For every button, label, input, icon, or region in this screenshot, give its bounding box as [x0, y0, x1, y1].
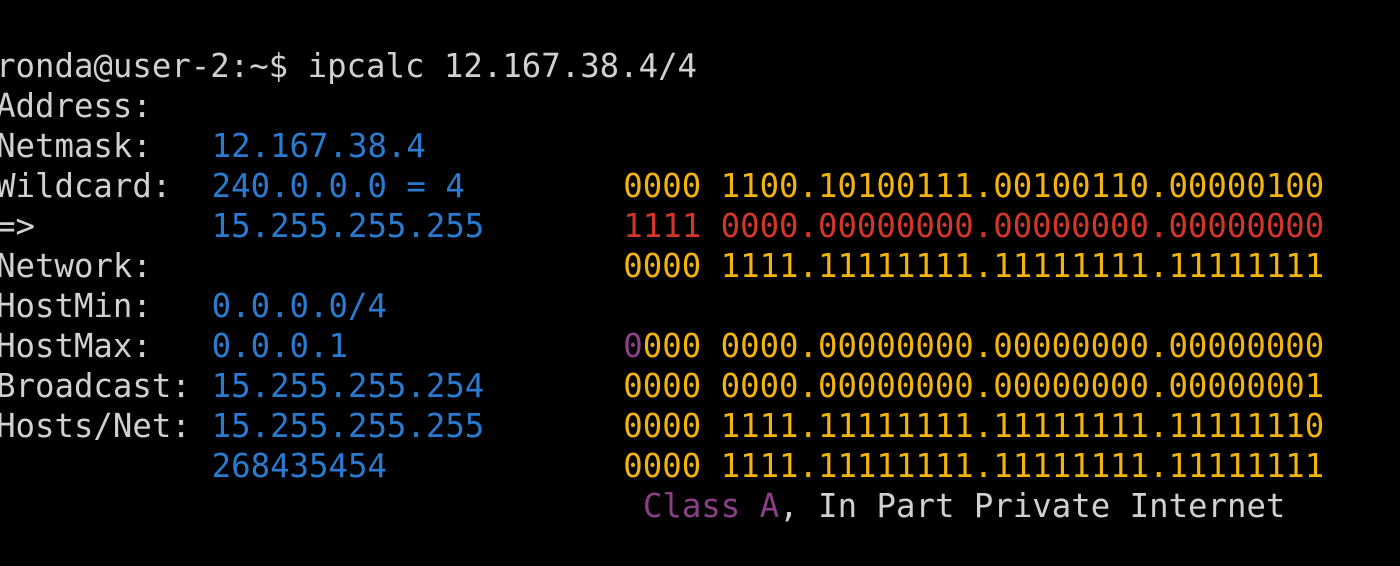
broadcast-binary: 0000 1111.11111111.11111111.11111111 — [623, 446, 1324, 486]
class-info: Class A, In Part Private Internet — [643, 486, 1286, 526]
hosts-label: Hosts/Net: — [0, 406, 191, 445]
network-row: Network: 0.0.0.0/4 0000 0000.00000000.00… — [0, 206, 1372, 365]
hostmin-row: HostMin: 0.0.0.1 0000 0000.00000000.0000… — [0, 246, 1372, 405]
address-row: Address: 12.167.38.4 0000 1100.10100111.… — [0, 46, 1372, 205]
class-suffix: , In Part Private Internet — [779, 486, 1286, 525]
hostmax-binary-rest: 1111.11111111.11111111.11111110 — [701, 406, 1325, 445]
broadcast-binary-prefix: 0000 — [623, 446, 702, 485]
command-line: ronda@user-2:~$ ipcalc 12.167.38.4/4 — [0, 6, 1372, 85]
hostmax-binary-prefix: 0000 — [623, 406, 702, 445]
hostmax-binary: 0000 1111.11111111.11111111.11111110 — [623, 406, 1324, 446]
broadcast-row: Broadcast: 15.255.255.255 0000 1111.1111… — [0, 326, 1372, 485]
netmask-row: Netmask: 240.0.0.0 = 4 1111 0000.0000000… — [0, 86, 1372, 245]
class-text: Class A — [642, 486, 780, 525]
hostmax-row: HostMax: 15.255.255.254 0000 1111.111111… — [0, 286, 1372, 445]
broadcast-binary-rest: 1111.11111111.11111111.11111111 — [701, 446, 1325, 485]
hosts-row: Hosts/Net: 268435454 Class A, In Part Pr… — [0, 366, 1372, 525]
hosts-value: 268435454 — [211, 446, 387, 485]
broadcast-value: 15.255.255.255 — [211, 406, 485, 445]
terminal-window[interactable]: ronda@user-2:~$ ipcalc 12.167.38.4/4 Add… — [0, 0, 1400, 525]
arrow-row: => — [0, 166, 1372, 245]
wildcard-row: Wildcard: 15.255.255.255 0000 1111.11111… — [0, 126, 1372, 285]
